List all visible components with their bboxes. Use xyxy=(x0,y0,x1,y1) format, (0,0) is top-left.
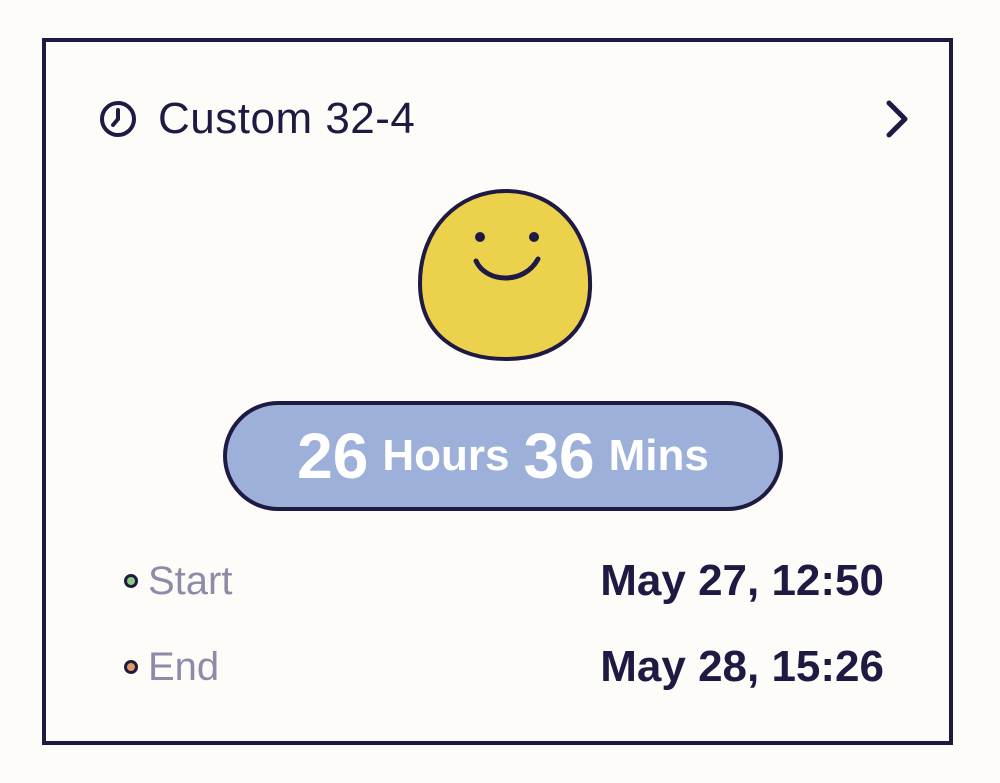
card-title: Custom 32-4 xyxy=(158,94,416,143)
duration-hours-value: 26 xyxy=(297,420,369,492)
smiley-face-icon xyxy=(417,188,593,362)
duration-minutes-value: 36 xyxy=(523,420,595,492)
duration-badge: 26 Hours 36 Mins xyxy=(223,401,783,511)
fast-card[interactable]: Custom 32-4 26 Hours 36 Mins Start May 2… xyxy=(42,38,953,745)
start-time-value: May 27, 12:50 xyxy=(600,556,884,605)
duration-minutes-unit: Mins xyxy=(608,431,709,480)
end-time-value: May 28, 15:26 xyxy=(600,642,884,691)
chevron-right-icon[interactable] xyxy=(882,98,912,140)
start-row: Start May 27, 12:50 xyxy=(124,556,884,606)
start-dot-icon xyxy=(124,574,138,588)
clock-icon xyxy=(100,101,136,137)
end-row: End May 28, 15:26 xyxy=(124,642,884,692)
end-label: End xyxy=(148,644,220,689)
duration-hours-unit: Hours xyxy=(382,431,510,480)
start-label: Start xyxy=(148,558,233,603)
card-header: Custom 32-4 xyxy=(98,94,415,144)
end-dot-icon xyxy=(124,660,138,674)
